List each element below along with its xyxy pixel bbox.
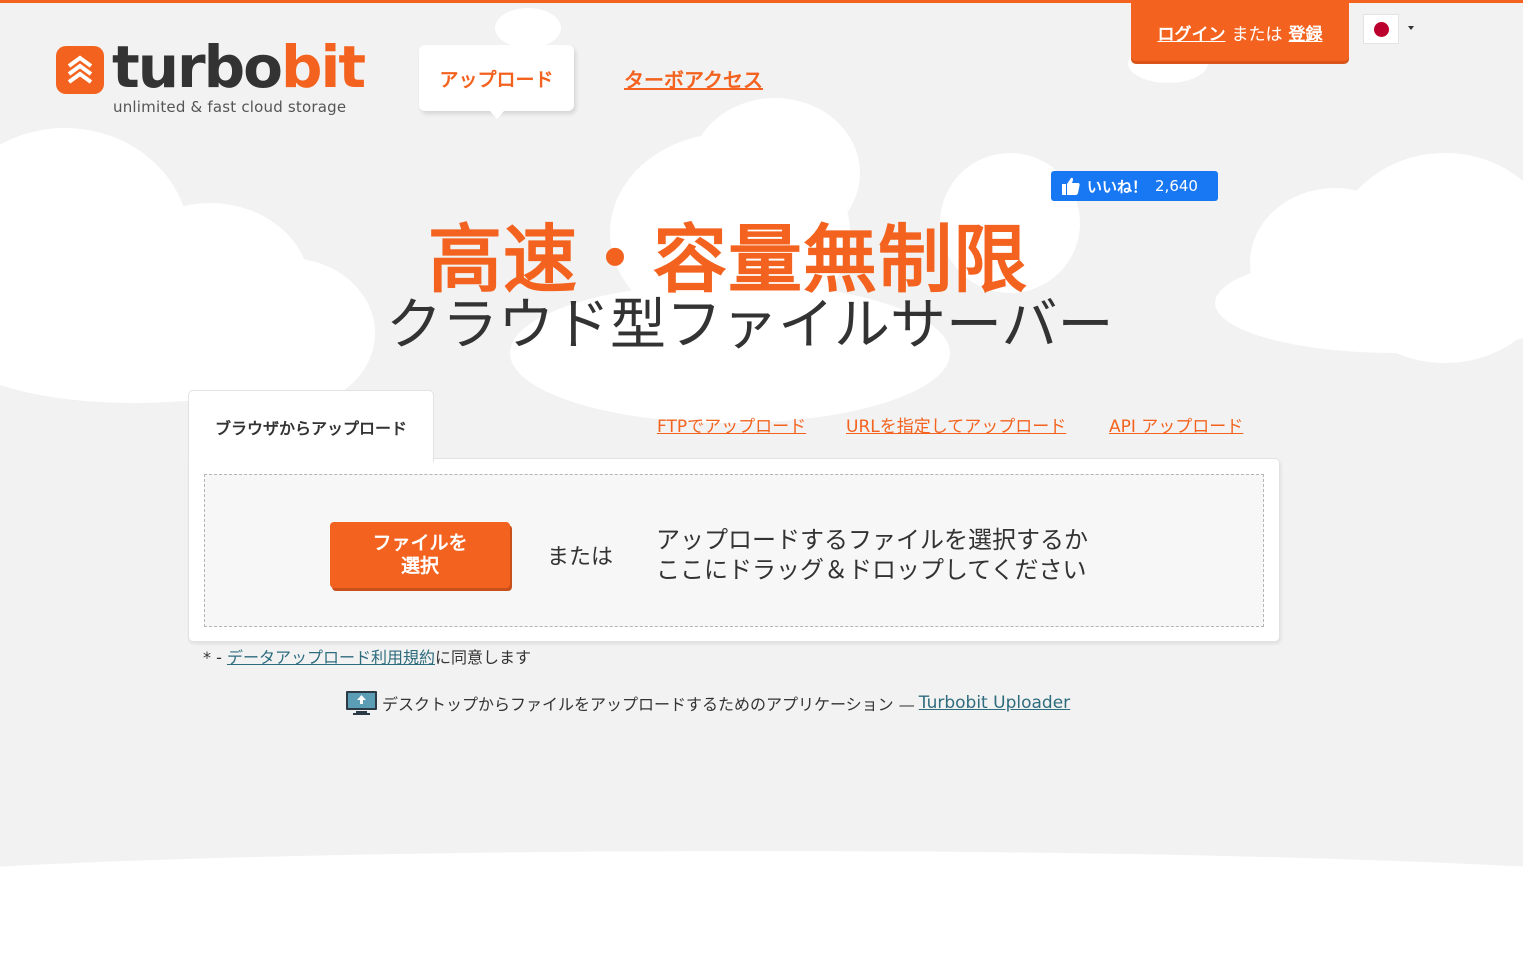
auth-box: ログイン または 登録 — [1131, 3, 1349, 61]
tab-browser-upload-label: ブラウザからアップロード — [214, 418, 407, 438]
turbobit-logo[interactable]: turbobit unlimited & fast cloud storage — [56, 33, 366, 124]
logo-tagline: unlimited & fast cloud storage — [113, 98, 347, 116]
terms-prefix: * - — [203, 648, 227, 667]
tab-api-upload[interactable]: API アップロード — [1109, 412, 1243, 437]
logo-wordmark: turbobit — [112, 33, 366, 101]
nav-turbo-access-link[interactable]: ターボアクセス — [624, 64, 763, 93]
dropzone-hint-line-1: アップロードするファイルを選択するか — [656, 526, 1088, 554]
login-link[interactable]: ログイン — [1158, 20, 1226, 45]
nav-upload-tab[interactable]: アップロード — [419, 45, 574, 119]
choose-file-button[interactable]: ファイルを 選択 — [330, 522, 510, 588]
flag-japan-icon — [1374, 22, 1389, 37]
register-link[interactable]: 登録 — [1289, 20, 1323, 45]
desktop-app-promo: デスクトップからファイルをアップロードするためのアプリケーション — Turbo… — [345, 690, 1070, 716]
facebook-like-button[interactable]: いいね！ 2,640 — [1051, 171, 1218, 201]
facebook-like-count: 2,640 — [1155, 177, 1198, 195]
thumbs-up-icon — [1062, 177, 1080, 195]
choose-file-label-1: ファイルを — [372, 532, 468, 554]
turbobit-chevrons-icon — [56, 46, 104, 94]
facebook-like-label: いいね！ — [1087, 177, 1148, 196]
upload-panel: ファイルを 選択 または アップロードするファイルを選択するか ここにドラッグ＆… — [188, 458, 1280, 642]
auth-or-text: または — [1231, 24, 1283, 45]
hero-subheadline: クラウド型ファイルサーバー — [386, 293, 1114, 358]
terms-link[interactable]: データアップロード利用規約 — [227, 648, 435, 667]
file-dropzone[interactable]: ファイルを 選択 または アップロードするファイルを選択するか ここにドラッグ＆… — [204, 474, 1264, 627]
choose-file-label-2: 選択 — [400, 555, 439, 577]
terms-notice: * - データアップロード利用規約に同意します — [203, 644, 531, 668]
terms-suffix: に同意します — [434, 648, 531, 667]
dropzone-hint: アップロードするファイルを選択するか ここにドラッグ＆ドロップしてください — [656, 525, 1176, 585]
chevron-down-icon[interactable] — [1408, 26, 1414, 30]
dropzone-or-text: または — [547, 545, 614, 570]
tab-browser-upload[interactable]: ブラウザからアップロード — [188, 390, 434, 462]
language-selector[interactable] — [1363, 14, 1399, 44]
nav-upload-label: アップロード — [439, 68, 554, 91]
tab-url-upload[interactable]: URLを指定してアップロード — [846, 412, 1066, 437]
desktop-app-text: デスクトップからファイルをアップロードするためのアプリケーション — — [382, 695, 915, 714]
desktop-upload-icon — [346, 691, 377, 715]
dropzone-hint-line-2: ここにドラッグ＆ドロップしてください — [656, 556, 1087, 584]
turbobit-uploader-link[interactable]: Turbobit Uploader — [919, 693, 1070, 713]
tab-ftp-upload[interactable]: FTPでアップロード — [657, 412, 806, 437]
